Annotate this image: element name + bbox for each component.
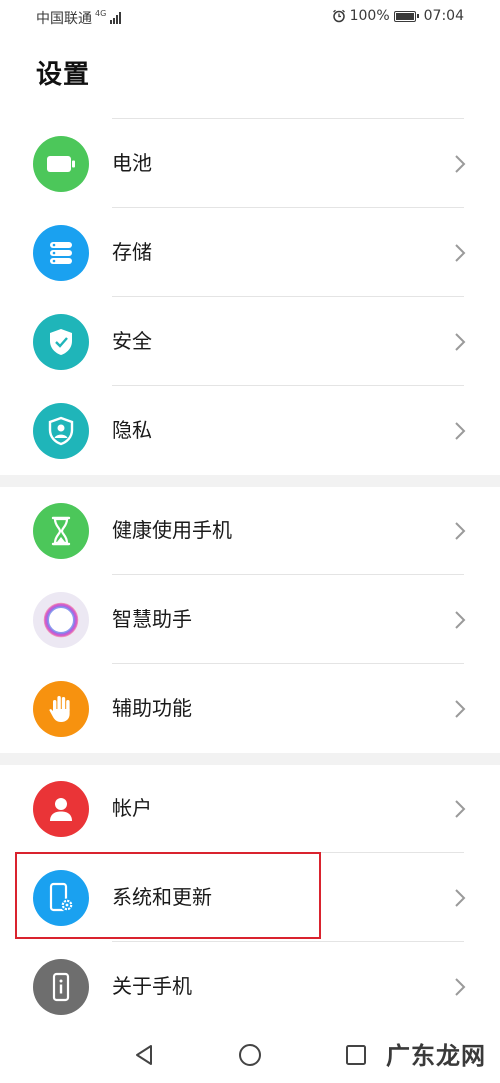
hand-icon <box>33 681 89 737</box>
battery-status-icon <box>393 10 419 22</box>
status-left: 中国联通 4G <box>36 8 122 28</box>
settings-item-smart-assistant[interactable]: 智慧助手 <box>0 575 500 664</box>
highlight-box <box>15 852 321 939</box>
status-bar: 中国联通 4G 100% 07:04 <box>0 0 500 34</box>
alarm-icon <box>332 9 345 23</box>
settings-item-label: 安全 <box>112 329 152 353</box>
network-type: 4G <box>95 9 107 18</box>
settings-item-account[interactable]: 帐户 <box>0 764 500 853</box>
settings-item-label: 辅助功能 <box>112 696 192 720</box>
chevron-right-icon <box>454 386 466 475</box>
settings-item-security[interactable]: 安全 <box>0 297 500 386</box>
chevron-right-icon <box>454 942 466 1031</box>
settings-item-label: 存储 <box>112 240 152 264</box>
settings-item-label: 关于手机 <box>112 974 192 998</box>
recents-square-icon <box>346 1045 366 1065</box>
phone-info-icon <box>33 959 89 1015</box>
assistant-ring-icon <box>33 592 89 648</box>
chevron-right-icon <box>454 575 466 664</box>
home-button[interactable] <box>230 1035 270 1075</box>
chevron-right-icon <box>454 208 466 297</box>
settings-item-label: 健康使用手机 <box>112 518 232 542</box>
battery-icon <box>33 136 89 192</box>
back-button[interactable] <box>124 1035 164 1075</box>
settings-item-label: 智慧助手 <box>112 607 192 631</box>
settings-item-storage[interactable]: 存储 <box>0 208 500 297</box>
navigation-bar: 广东龙网 <box>0 1025 500 1083</box>
settings-item-label: 隐私 <box>112 418 152 442</box>
storage-icon <box>33 225 89 281</box>
chevron-right-icon <box>454 486 466 575</box>
page-title: 设置 <box>36 60 91 90</box>
chevron-right-icon <box>454 664 466 753</box>
privacy-icon <box>33 403 89 459</box>
status-right: 100% 07:04 <box>332 8 464 24</box>
watermark: 广东龙网 <box>386 1042 486 1070</box>
signal-icon <box>110 12 122 24</box>
clock: 07:04 <box>423 8 464 24</box>
chevron-right-icon <box>454 119 466 208</box>
chevron-right-icon <box>454 764 466 853</box>
settings-item-about-phone[interactable]: 关于手机 <box>0 942 500 1031</box>
settings-item-digital-balance[interactable]: 健康使用手机 <box>0 486 500 575</box>
battery-percent: 100% <box>349 8 390 24</box>
chevron-right-icon <box>454 297 466 386</box>
account-icon <box>33 781 89 837</box>
settings-item-label: 电池 <box>112 151 152 175</box>
hourglass-icon <box>33 503 89 559</box>
shield-check-icon <box>33 314 89 370</box>
settings-item-battery[interactable]: 电池 <box>0 119 500 208</box>
carrier-name: 中国联通 <box>36 11 92 27</box>
settings-item-label: 帐户 <box>112 796 152 820</box>
settings-item-accessibility[interactable]: 辅助功能 <box>0 664 500 753</box>
recents-button[interactable] <box>336 1035 376 1075</box>
home-circle-icon <box>239 1044 261 1066</box>
chevron-right-icon <box>454 853 466 942</box>
settings-item-privacy[interactable]: 隐私 <box>0 386 500 475</box>
back-triangle-icon <box>136 1045 152 1065</box>
